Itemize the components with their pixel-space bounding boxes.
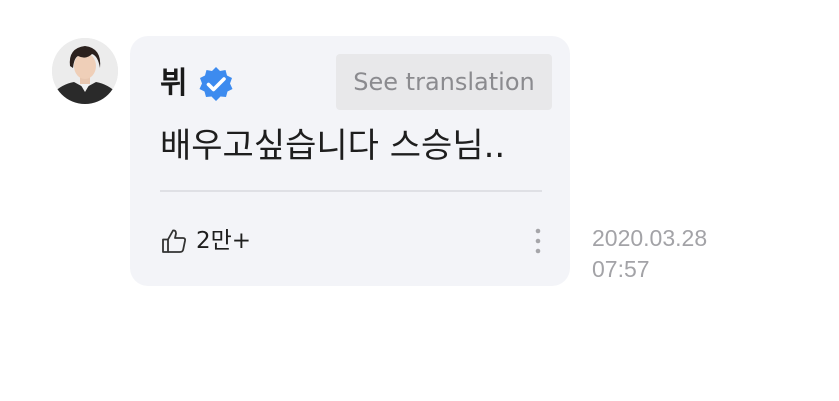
verified-badge-icon bbox=[199, 67, 233, 101]
author-name[interactable]: 뷔 bbox=[160, 66, 188, 102]
avatar-photo bbox=[52, 38, 118, 104]
see-translation-button[interactable]: See translation bbox=[336, 54, 552, 110]
author-row: 뷔 bbox=[160, 64, 234, 104]
comment-timestamp: 2020.03.28 07:57 bbox=[592, 223, 707, 285]
thumbs-up-icon bbox=[162, 229, 186, 253]
avatar[interactable] bbox=[52, 38, 118, 104]
timestamp-date: 2020.03.28 bbox=[592, 225, 708, 251]
divider bbox=[160, 190, 542, 192]
comment-text: 배우고싶습니다 스승님.. bbox=[160, 126, 506, 166]
comment-screen: 뷔 See translation 배우고싶습니다 스승님.. 2만+ 2020… bbox=[0, 0, 839, 401]
more-vertical-icon[interactable] bbox=[526, 226, 550, 256]
like-button[interactable]: 2만+ bbox=[160, 224, 251, 258]
comment-bubble: 뷔 See translation 배우고싶습니다 스승님.. 2만+ bbox=[130, 36, 570, 286]
like-count: 2만+ bbox=[196, 228, 252, 254]
timestamp-time: 07:57 bbox=[592, 256, 650, 282]
